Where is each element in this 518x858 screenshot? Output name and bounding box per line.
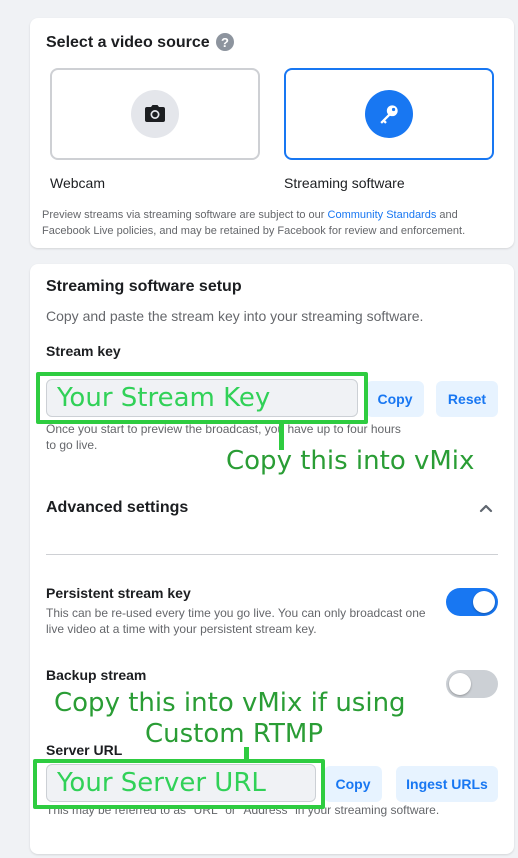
webcam-label: Webcam	[50, 175, 105, 191]
stream-key-annotation: Copy this into vMix	[226, 446, 475, 476]
camera-icon	[131, 90, 179, 138]
video-source-title: Select a video source	[46, 34, 210, 51]
persistent-key-label: Persistent stream key	[46, 585, 191, 601]
setup-subtitle: Copy and paste the stream key into your …	[46, 308, 424, 324]
advanced-settings-title: Advanced settings	[46, 499, 189, 516]
toggle-knob	[473, 591, 495, 613]
stream-key-copy-button[interactable]: Copy	[366, 381, 424, 417]
backup-stream-toggle[interactable]	[446, 670, 498, 698]
server-url-label: Server URL	[46, 742, 123, 758]
server-annotation-line1: Copy this into vMix if using	[54, 688, 406, 718]
video-source-card: Select a video source ? Webcam Streaming…	[30, 18, 514, 248]
stream-key-highlight	[36, 372, 368, 424]
help-icon[interactable]: ?	[216, 33, 234, 51]
toggle-knob	[449, 673, 471, 695]
server-url-copy-button[interactable]: Copy	[324, 766, 382, 802]
ingest-urls-button[interactable]: Ingest URLs	[396, 766, 498, 802]
setup-title: Streaming software setup	[46, 278, 242, 295]
stream-key-reset-button[interactable]: Reset	[436, 381, 498, 417]
server-annotation-line2: Custom RTMP	[145, 719, 324, 749]
advanced-divider	[46, 554, 498, 555]
chevron-up-icon[interactable]	[476, 500, 496, 516]
streaming-software-option[interactable]	[284, 68, 494, 160]
webcam-option[interactable]	[50, 68, 260, 160]
persistent-key-toggle[interactable]	[446, 588, 498, 616]
policy-text: Preview streams via streaming software a…	[42, 209, 466, 237]
community-standards-link[interactable]: Community Standards	[328, 209, 437, 221]
streaming-software-label: Streaming software	[284, 175, 405, 191]
stream-key-label: Stream key	[46, 343, 121, 359]
backup-stream-label: Backup stream	[46, 667, 147, 683]
server-url-highlight	[33, 759, 325, 809]
key-icon	[365, 90, 413, 138]
persistent-key-description: This can be re-used every time you go li…	[46, 606, 426, 636]
